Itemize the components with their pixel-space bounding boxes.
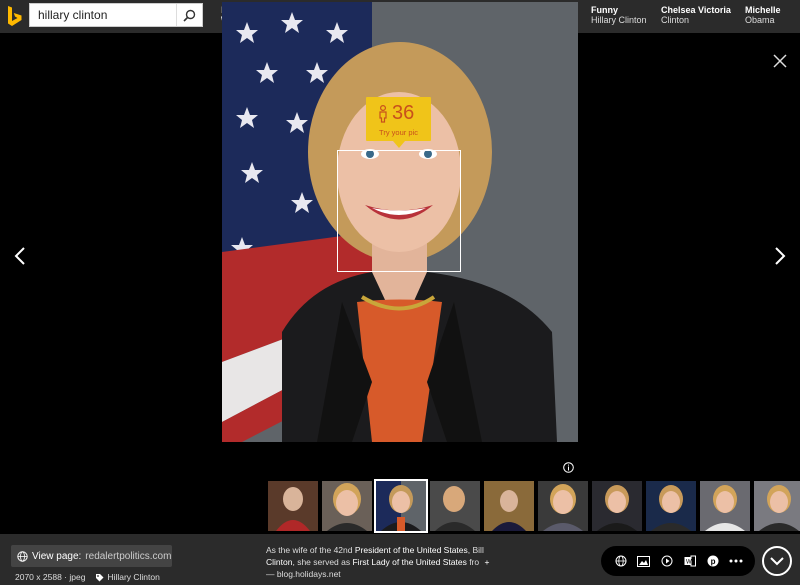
desc-text: , Bill xyxy=(467,545,484,555)
related-search-line1: Funny xyxy=(591,5,618,15)
related-search-line1: Chelsea Victoria xyxy=(661,5,731,15)
related-search-line2: Obama xyxy=(745,15,775,25)
office-icon[interactable]: W xyxy=(683,554,697,568)
previous-arrow-icon[interactable] xyxy=(13,246,27,266)
search-icon xyxy=(183,9,196,22)
related-search-item[interactable]: Chelsea Victoria Clinton xyxy=(661,5,731,25)
tag-icon xyxy=(96,573,104,581)
age-value: 36 xyxy=(392,102,415,124)
bottom-bar: View page: redalertpolitics.com 2070 x 2… xyxy=(0,534,800,585)
close-icon[interactable] xyxy=(772,53,788,69)
thumbnail-selected[interactable] xyxy=(374,479,428,533)
thumbnail[interactable] xyxy=(538,481,588,531)
thumbnail[interactable] xyxy=(268,481,318,531)
expand-details-button[interactable] xyxy=(762,546,792,576)
related-search-line2: Hillary Clinton xyxy=(591,15,647,25)
svg-text:p: p xyxy=(710,557,715,566)
desc-text: fro xyxy=(466,557,480,567)
person-icon xyxy=(379,105,387,123)
view-page-domain: redalertpolitics.com xyxy=(85,550,172,562)
related-search-line2: Clinton xyxy=(661,15,690,25)
globe-icon[interactable] xyxy=(614,554,628,568)
related-search-item[interactable]: Funny Hillary Clinton xyxy=(591,5,647,25)
desc-link-clinton[interactable]: Clinton xyxy=(266,557,292,567)
thumbnail[interactable] xyxy=(322,481,372,531)
thumbnail[interactable] xyxy=(700,481,750,531)
tag-label: Hillary Clinton xyxy=(107,572,160,582)
more-options-icon[interactable] xyxy=(729,554,743,568)
age-badge[interactable]: 36 Try your pic xyxy=(366,97,431,148)
chevron-down-icon xyxy=(770,556,784,565)
thumbnail[interactable] xyxy=(754,481,800,531)
image-dimensions: 2070 x 2588 · jpeg xyxy=(15,572,86,582)
desc-source[interactable]: — blog.holidays.net xyxy=(266,569,341,579)
search-box xyxy=(29,3,203,27)
desc-text: As the wife of the 42nd xyxy=(266,545,355,555)
thumbnail[interactable] xyxy=(592,481,642,531)
play-icon[interactable] xyxy=(660,554,674,568)
globe-icon xyxy=(17,550,28,562)
svg-text:W: W xyxy=(686,560,692,566)
face-detection-box xyxy=(337,150,461,272)
expand-description-button[interactable]: + xyxy=(484,557,489,567)
view-page-label: View page: xyxy=(32,550,82,562)
thumbnail[interactable] xyxy=(430,481,480,531)
pinterest-icon[interactable]: p xyxy=(706,554,720,568)
search-button[interactable] xyxy=(176,4,202,26)
try-your-pic-label: Try your pic xyxy=(379,128,418,137)
thumbnail-strip xyxy=(0,477,800,534)
image-meta: 2070 x 2588 · jpeg Hillary Clinton xyxy=(15,572,160,582)
desc-link-first-lady[interactable]: First Lady of the United States xyxy=(352,557,466,567)
image-icon[interactable] xyxy=(637,554,651,568)
view-page-button[interactable]: View page: redalertpolitics.com xyxy=(11,545,172,567)
bing-logo-icon[interactable] xyxy=(7,5,23,27)
desc-text: , she served as xyxy=(292,557,353,567)
desc-link-president[interactable]: President of the United States xyxy=(355,545,468,555)
next-arrow-icon[interactable] xyxy=(773,246,787,266)
thumbnail[interactable] xyxy=(646,481,696,531)
related-search-line1: Michelle xyxy=(745,5,781,15)
search-input[interactable] xyxy=(30,4,176,26)
tag-link[interactable]: Hillary Clinton xyxy=(95,572,160,582)
info-icon[interactable] xyxy=(563,462,574,473)
image-description: As the wife of the 42nd President of the… xyxy=(266,544,496,580)
related-search-item[interactable]: Michelle Obama xyxy=(745,5,781,25)
thumbnail[interactable] xyxy=(484,481,534,531)
action-toolbar: W p xyxy=(601,546,755,576)
